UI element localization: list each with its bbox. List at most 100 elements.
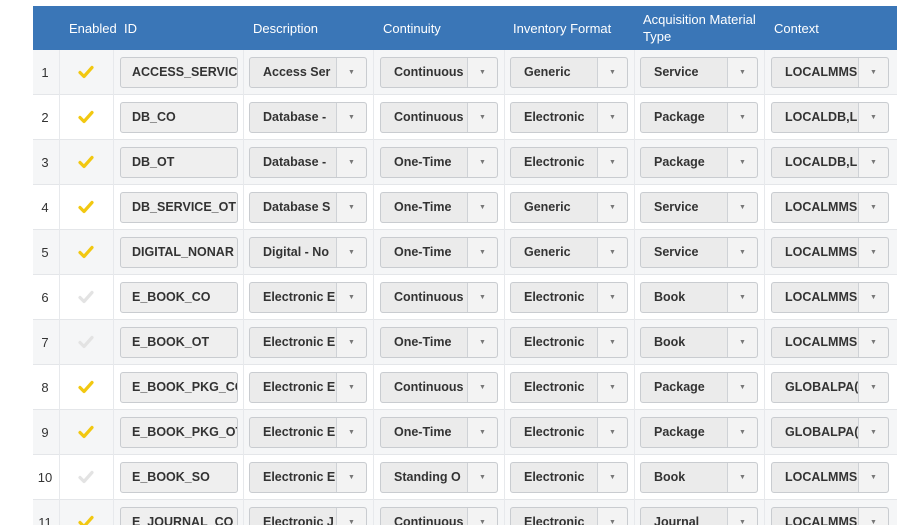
description-dropdown[interactable]: Database S ▼	[249, 192, 367, 223]
chevron-down-icon[interactable]: ▼	[597, 238, 627, 267]
table-row[interactable]: 9 E_BOOK_PKG_OT Electronic E ▼ One-Time ▼ Elec…	[33, 410, 897, 455]
chevron-down-icon[interactable]: ▼	[467, 508, 497, 525]
chevron-down-icon[interactable]: ▼	[467, 148, 497, 177]
header-acquisition-material-type[interactable]: Acquisition Material Type	[643, 6, 756, 50]
chevron-down-icon[interactable]: ▼	[858, 283, 888, 312]
acquisition-type-dropdown[interactable]: Package ▼	[640, 372, 758, 403]
enabled-check-icon[interactable]	[78, 469, 94, 485]
enabled-check-icon[interactable]	[78, 289, 94, 305]
header-context[interactable]: Context	[774, 6, 819, 50]
chevron-down-icon[interactable]: ▼	[336, 328, 366, 357]
chevron-down-icon[interactable]: ▼	[597, 328, 627, 357]
continuity-dropdown[interactable]: Standing O ▼	[380, 462, 498, 493]
chevron-down-icon[interactable]: ▼	[858, 193, 888, 222]
continuity-dropdown[interactable]: Continuous ▼	[380, 102, 498, 133]
context-dropdown[interactable]: GLOBALPA(▼	[771, 417, 889, 448]
chevron-down-icon[interactable]: ▼	[336, 103, 366, 132]
id-field[interactable]: E_BOOK_PKG_CC	[120, 372, 238, 403]
inventory-format-dropdown[interactable]: Generic ▼	[510, 57, 628, 88]
enabled-check-icon[interactable]	[78, 424, 94, 440]
continuity-dropdown[interactable]: Continuous ▼	[380, 372, 498, 403]
chevron-down-icon[interactable]: ▼	[597, 103, 627, 132]
id-field[interactable]: ACCESS_SERVIC	[120, 57, 238, 88]
chevron-down-icon[interactable]: ▼	[727, 238, 757, 267]
chevron-down-icon[interactable]: ▼	[727, 193, 757, 222]
chevron-down-icon[interactable]: ▼	[727, 103, 757, 132]
context-dropdown[interactable]: LOCALMMS ▼	[771, 282, 889, 313]
description-dropdown[interactable]: Electronic E ▼	[249, 372, 367, 403]
acquisition-type-dropdown[interactable]: Service ▼	[640, 192, 758, 223]
description-dropdown[interactable]: Electronic E ▼	[249, 282, 367, 313]
inventory-format-dropdown[interactable]: Electronic ▼	[510, 102, 628, 133]
continuity-dropdown[interactable]: One-Time ▼	[380, 237, 498, 268]
chevron-down-icon[interactable]: ▼	[858, 463, 888, 492]
id-field[interactable]: DB_SERVICE_OT	[120, 192, 238, 223]
chevron-down-icon[interactable]: ▼	[336, 283, 366, 312]
inventory-format-dropdown[interactable]: Electronic ▼	[510, 282, 628, 313]
chevron-down-icon[interactable]: ▼	[597, 463, 627, 492]
description-dropdown[interactable]: Electronic J ▼	[249, 507, 367, 525]
chevron-down-icon[interactable]: ▼	[858, 58, 888, 87]
context-dropdown[interactable]: LOCALMMS ▼	[771, 327, 889, 358]
chevron-down-icon[interactable]: ▼	[597, 508, 627, 525]
table-row[interactable]: 7 E_BOOK_OT Electronic E ▼ One-Time ▼ Electron…	[33, 320, 897, 365]
header-id[interactable]: ID	[124, 6, 137, 50]
chevron-down-icon[interactable]: ▼	[727, 418, 757, 447]
chevron-down-icon[interactable]: ▼	[727, 283, 757, 312]
enabled-check-icon[interactable]	[78, 514, 94, 525]
chevron-down-icon[interactable]: ▼	[336, 193, 366, 222]
table-row[interactable]: 3 DB_OT Database - ▼ One-Time ▼ Electronic ▼ Pac…	[33, 140, 897, 185]
enabled-check-icon[interactable]	[78, 244, 94, 260]
table-row[interactable]: 1 ACCESS_SERVIC Access Ser ▼ Continuous ▼ Gene…	[33, 50, 897, 95]
id-field[interactable]: DB_CO	[120, 102, 238, 133]
chevron-down-icon[interactable]: ▼	[727, 463, 757, 492]
enabled-check-icon[interactable]	[78, 154, 94, 170]
context-dropdown[interactable]: LOCALMMS ▼	[771, 507, 889, 525]
acquisition-type-dropdown[interactable]: Package ▼	[640, 147, 758, 178]
acquisition-type-dropdown[interactable]: Service ▼	[640, 237, 758, 268]
inventory-format-dropdown[interactable]: Electronic ▼	[510, 507, 628, 525]
chevron-down-icon[interactable]: ▼	[336, 463, 366, 492]
acquisition-type-dropdown[interactable]: Journal ▼	[640, 507, 758, 525]
description-dropdown[interactable]: Database - ▼	[249, 147, 367, 178]
context-dropdown[interactable]: LOCALMMS ▼	[771, 237, 889, 268]
inventory-format-dropdown[interactable]: Generic ▼	[510, 237, 628, 268]
chevron-down-icon[interactable]: ▼	[597, 418, 627, 447]
chevron-down-icon[interactable]: ▼	[467, 418, 497, 447]
acquisition-type-dropdown[interactable]: Book ▼	[640, 327, 758, 358]
context-dropdown[interactable]: LOCALMMS ▼	[771, 57, 889, 88]
id-field[interactable]: DB_OT	[120, 147, 238, 178]
chevron-down-icon[interactable]: ▼	[858, 238, 888, 267]
header-enabled[interactable]: Enabled	[69, 6, 117, 50]
id-field[interactable]: E_BOOK_PKG_OT	[120, 417, 238, 448]
table-row[interactable]: 8 E_BOOK_PKG_CC Electronic E ▼ Continuous ▼ El…	[33, 365, 897, 410]
continuity-dropdown[interactable]: One-Time ▼	[380, 417, 498, 448]
id-field[interactable]: E_BOOK_CO	[120, 282, 238, 313]
chevron-down-icon[interactable]: ▼	[727, 58, 757, 87]
description-dropdown[interactable]: Access Ser ▼	[249, 57, 367, 88]
continuity-dropdown[interactable]: Continuous ▼	[380, 282, 498, 313]
description-dropdown[interactable]: Digital - No ▼	[249, 237, 367, 268]
context-dropdown[interactable]: GLOBALPA(▼	[771, 372, 889, 403]
chevron-down-icon[interactable]: ▼	[727, 328, 757, 357]
continuity-dropdown[interactable]: One-Time ▼	[380, 147, 498, 178]
chevron-down-icon[interactable]: ▼	[597, 148, 627, 177]
chevron-down-icon[interactable]: ▼	[858, 418, 888, 447]
chevron-down-icon[interactable]: ▼	[858, 103, 888, 132]
chevron-down-icon[interactable]: ▼	[467, 328, 497, 357]
chevron-down-icon[interactable]: ▼	[727, 373, 757, 402]
chevron-down-icon[interactable]: ▼	[336, 148, 366, 177]
continuity-dropdown[interactable]: One-Time ▼	[380, 327, 498, 358]
acquisition-type-dropdown[interactable]: Package ▼	[640, 102, 758, 133]
id-field[interactable]: E_BOOK_SO	[120, 462, 238, 493]
inventory-format-dropdown[interactable]: Electronic ▼	[510, 462, 628, 493]
chevron-down-icon[interactable]: ▼	[336, 373, 366, 402]
chevron-down-icon[interactable]: ▼	[597, 193, 627, 222]
table-row[interactable]: 6 E_BOOK_CO Electronic E ▼ Continuous ▼ Electr…	[33, 275, 897, 320]
chevron-down-icon[interactable]: ▼	[597, 283, 627, 312]
inventory-format-dropdown[interactable]: Electronic ▼	[510, 372, 628, 403]
table-row[interactable]: 4 DB_SERVICE_OT Database S ▼ One-Time ▼ Generi…	[33, 185, 897, 230]
chevron-down-icon[interactable]: ▼	[597, 58, 627, 87]
acquisition-type-dropdown[interactable]: Book ▼	[640, 462, 758, 493]
continuity-dropdown[interactable]: Continuous ▼	[380, 507, 498, 525]
